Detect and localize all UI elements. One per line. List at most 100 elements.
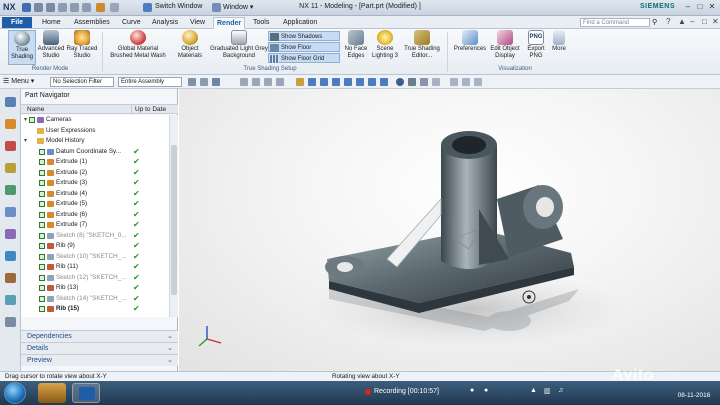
tree-row[interactable]: ▾ Model History: [21, 136, 169, 146]
visibility-checkbox[interactable]: [39, 274, 45, 281]
tree-row[interactable]: Rib (9) ✔: [21, 241, 169, 251]
control-point-snap-icon[interactable]: [320, 78, 328, 86]
restore-ribbon-icon[interactable]: □: [702, 17, 707, 26]
tree-row[interactable]: Extrude (2) ✔: [21, 168, 169, 178]
midpoint-snap-icon[interactable]: [308, 78, 316, 86]
dependencies-section[interactable]: Dependencies ⌄: [21, 330, 178, 342]
expand-toggle-icon[interactable]: ▾: [24, 136, 27, 146]
existing-point-snap-icon[interactable]: [368, 78, 376, 86]
tab-home[interactable]: Home: [39, 17, 64, 29]
pin-icon[interactable]: ▲: [678, 17, 686, 26]
scrollbar-thumb[interactable]: [171, 145, 177, 295]
help-icon[interactable]: ?: [666, 17, 670, 26]
visibility-checkbox[interactable]: [39, 253, 45, 260]
search-icon[interactable]: ⚲: [652, 18, 657, 26]
export-png-button[interactable]: PNG Export PNG: [522, 30, 550, 59]
minimize-button[interactable]: –: [683, 2, 693, 12]
shaded-display-icon[interactable]: [408, 78, 416, 86]
tab-render[interactable]: Render: [213, 17, 246, 29]
web-browser-icon[interactable]: [5, 207, 16, 217]
close-part-icon[interactable]: ✕: [712, 17, 719, 26]
volume-icon[interactable]: ♫: [558, 387, 563, 394]
nx-taskbar-button[interactable]: [72, 383, 100, 403]
command-search-input[interactable]: Find a Command: [580, 18, 650, 27]
roles-icon[interactable]: [5, 295, 16, 305]
windows-start-icon[interactable]: [4, 382, 26, 404]
details-section[interactable]: Details ⌄: [21, 342, 178, 354]
filter-icon[interactable]: [200, 78, 208, 86]
preferences-button[interactable]: Preferences: [452, 30, 488, 53]
tree-row[interactable]: ▾ Cameras: [21, 115, 169, 125]
advanced-studio-button[interactable]: Advanced Studio: [37, 30, 65, 59]
file-menu[interactable]: File: [2, 17, 32, 28]
tab-tools[interactable]: Tools: [250, 17, 272, 29]
tree-row[interactable]: Extrude (3) ✔: [21, 178, 169, 188]
tree-row[interactable]: Rib (13) ✔: [21, 283, 169, 293]
background-button[interactable]: Graduated Light Grey Background: [210, 30, 268, 59]
assembly-navigator-icon[interactable]: [5, 97, 16, 107]
manufacturing-wizards-icon[interactable]: [5, 273, 16, 283]
tree-row[interactable]: Sketch (10) "SKETCH_... ✔: [21, 252, 169, 262]
part-navigator-icon[interactable]: [5, 119, 16, 129]
tab-application[interactable]: Application: [280, 17, 320, 29]
edit-object-display-button[interactable]: Edit Object Display: [488, 30, 522, 59]
tab-view[interactable]: View: [187, 17, 208, 29]
minimize-ribbon-icon[interactable]: –: [690, 17, 694, 26]
visibility-checkbox[interactable]: [39, 243, 45, 249]
tree-row[interactable]: Sketch (12) "SKETCH_... ✔: [21, 273, 169, 283]
assembly-scope-dropdown[interactable]: Entire Assembly: [118, 77, 182, 87]
tree-row[interactable]: Extrude (4) ✔: [21, 189, 169, 199]
ray-traced-studio-button[interactable]: Ray Traced Studio: [66, 30, 98, 59]
restore-button[interactable]: □: [695, 2, 705, 12]
intersection-snap-icon[interactable]: [332, 78, 340, 86]
view-fit-icon[interactable]: [240, 78, 248, 86]
pan-icon[interactable]: [276, 78, 284, 86]
name-column-header[interactable]: Name: [27, 105, 44, 114]
visibility-checkbox[interactable]: [39, 232, 45, 239]
visibility-checkbox[interactable]: [29, 117, 35, 123]
wireframe-icon[interactable]: [420, 78, 428, 86]
tree-row[interactable]: Extrude (1) ✔: [21, 157, 169, 167]
show-floor-reflection-toggle[interactable]: Show Floor Reflection: [268, 42, 340, 61]
visibility-checkbox[interactable]: [39, 201, 45, 207]
true-shading-editor-button[interactable]: True Shading Editor...: [403, 30, 441, 59]
system-scenes-icon[interactable]: [5, 317, 16, 327]
tree-row[interactable]: Datum Coordinate Sy... ✔: [21, 147, 169, 157]
menu-button[interactable]: ☰ Menu ▾: [3, 77, 34, 85]
show-shadows-toggle[interactable]: Show Shadows: [268, 31, 340, 41]
visibility-checkbox[interactable]: [39, 285, 45, 291]
visibility-checkbox[interactable]: [39, 180, 45, 186]
orient-view-icon[interactable]: [396, 78, 404, 86]
section-icon[interactable]: [432, 78, 440, 86]
tree-row[interactable]: Rib (11) ✔: [21, 262, 169, 272]
visibility-checkbox[interactable]: [39, 190, 45, 197]
selection-filter-dropdown[interactable]: No Selection Filter: [50, 77, 114, 87]
rotate-icon[interactable]: [264, 78, 272, 86]
up-to-date-column-header[interactable]: Up to Date: [131, 105, 166, 114]
visibility-checkbox[interactable]: [39, 222, 45, 228]
point-on-curve-snap-icon[interactable]: [380, 78, 388, 86]
tab-assemblies[interactable]: Assemblies: [71, 17, 113, 29]
reuse-library-icon[interactable]: [5, 163, 16, 173]
visibility-checkbox[interactable]: [39, 148, 45, 155]
tree-row[interactable]: Rib (15) ✔: [21, 304, 169, 314]
tree-row[interactable]: Extrude (6) ✔: [21, 210, 169, 220]
endpoint-snap-icon[interactable]: [296, 78, 304, 86]
tree-row[interactable]: Sketch (8) "SKETCH_0... ✔: [21, 231, 169, 241]
select-icon[interactable]: [188, 78, 196, 86]
network-icon[interactable]: ▥: [544, 387, 551, 395]
tree-row[interactable]: Sketch (14) "SKETCH_... ✔: [21, 294, 169, 304]
expand-toggle-icon[interactable]: ▾: [24, 115, 27, 125]
visibility-checkbox[interactable]: [39, 159, 45, 165]
tree-row[interactable]: User Expressions: [21, 126, 169, 136]
object-materials-button[interactable]: Object Materials: [172, 30, 208, 59]
camera-icon[interactable]: [462, 78, 470, 86]
file-explorer-icon[interactable]: [38, 383, 66, 403]
visibility-checkbox[interactable]: [39, 211, 45, 218]
tray-icon-2[interactable]: ●: [484, 387, 488, 394]
more-button[interactable]: More: [550, 30, 568, 53]
visibility-checkbox[interactable]: [39, 295, 45, 302]
global-material-button[interactable]: Global Material Brushed Metal Wash: [106, 30, 170, 59]
history-icon[interactable]: [5, 229, 16, 239]
show-floor-grid-toggle[interactable]: Show Floor Grid: [268, 53, 340, 63]
